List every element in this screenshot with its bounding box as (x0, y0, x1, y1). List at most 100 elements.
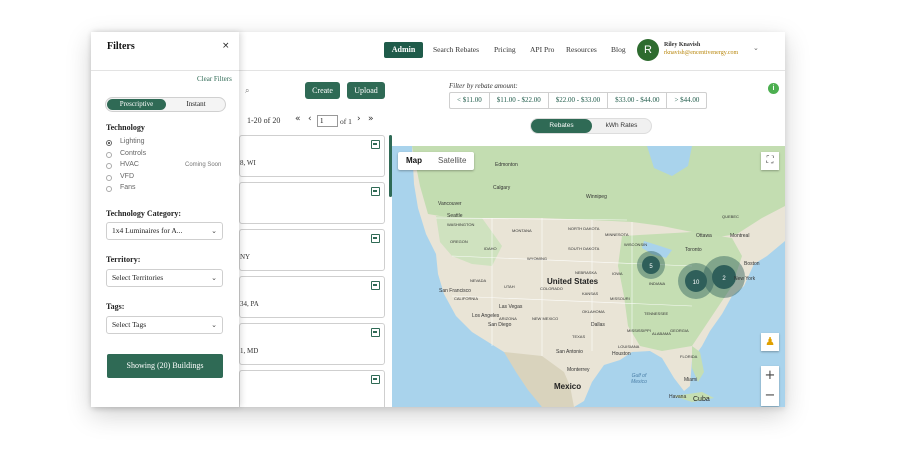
list-item[interactable]: NY (239, 229, 385, 271)
kwh-rates-tab[interactable]: kWh Rates (592, 119, 651, 133)
admin-button[interactable]: Admin (384, 42, 423, 58)
radio-label: HVAC (120, 161, 139, 168)
search-icon[interactable]: ⌕ (245, 86, 249, 96)
price-chip-over-44[interactable]: > $44.00 (667, 93, 706, 108)
price-chip-22-33[interactable]: $22.00 - $33.00 (549, 93, 609, 108)
user-email: rknavish@encentivenergy.com (664, 50, 739, 56)
map-label-north-dakota: NORTH DAKOTA (568, 226, 600, 231)
map-label-oklahoma: OKLAHOMA (582, 309, 605, 314)
calendar-icon[interactable] (371, 234, 380, 243)
map-label-calgary: Calgary (493, 185, 511, 191)
calendar-icon[interactable] (371, 281, 380, 290)
map-label-boston: Boston (744, 261, 760, 267)
nav-resources[interactable]: Resources (566, 45, 597, 54)
radio-hvac[interactable] (106, 163, 112, 169)
map-label-monterrey: Monterrey (567, 367, 590, 373)
rebates-tab[interactable]: Rebates (531, 119, 592, 133)
create-button[interactable]: Create (305, 82, 340, 99)
map-label-minnesota: MINNESOTA (605, 232, 629, 237)
list-item[interactable]: 34, PA (239, 276, 385, 318)
price-chip-11-22[interactable]: $11.00 - $22.00 (490, 93, 549, 108)
calendar-icon[interactable] (371, 375, 380, 384)
map-label-florida: FLORIDA (680, 354, 698, 359)
map-label-las-vegas: Las Vegas (499, 304, 523, 310)
calendar-icon[interactable] (371, 328, 380, 337)
radio-fans[interactable] (106, 186, 112, 192)
price-chip-33-44[interactable]: $33.00 - $44.00 (608, 93, 668, 108)
list-item[interactable]: 1, MD (239, 323, 385, 365)
select-value: 1x4 Luminaires for A... (112, 226, 183, 235)
result-range: 1-20 of 20 (247, 116, 281, 125)
radio-vfd[interactable] (106, 175, 112, 181)
map-label-new-york: New York (734, 276, 756, 282)
map-label-miami: Miami (684, 377, 698, 383)
radio-label: Controls (120, 150, 147, 157)
info-icon[interactable]: i (768, 83, 779, 94)
map-label-iowa: IOWA (612, 271, 623, 276)
zoom-in-icon[interactable]: + (761, 366, 779, 386)
map-label-texas: TEXAS (572, 334, 586, 339)
map-label-san-antonio: San Antonio (556, 349, 583, 355)
map-label-nebraska: NEBRASKA (575, 270, 597, 275)
map-label-montana: MONTANA (512, 228, 532, 233)
last-page-button[interactable]: » (368, 114, 374, 124)
map-label-missouri: MISSOURI (610, 296, 630, 301)
map-label-dallas: Dallas (591, 322, 605, 328)
map-label-united-states: United States (547, 277, 599, 286)
close-icon[interactable]: × (222, 41, 230, 51)
nav-api-pro[interactable]: API Pro (530, 45, 554, 54)
show-buildings-button[interactable]: Showing (20) Buildings (107, 354, 223, 378)
map-label-edmonton: Edmonton (495, 162, 518, 168)
clear-filters-link[interactable]: Clear Filters (197, 75, 232, 83)
calendar-icon[interactable] (371, 187, 380, 196)
chevron-down-icon: ⌄ (211, 274, 217, 282)
avatar[interactable]: R (637, 39, 659, 61)
map-label-seattle: Seattle (447, 213, 463, 219)
prescriptive-tab[interactable]: Prescriptive (107, 99, 166, 110)
tab-satellite[interactable]: Satellite (430, 152, 474, 170)
first-page-button[interactable]: « (295, 114, 301, 124)
technology-category-heading: Technology Category: (106, 209, 182, 218)
list-item[interactable]: 8, WI (239, 135, 385, 177)
select-value: Select Territories (112, 273, 164, 282)
zoom-control: + − (761, 366, 779, 406)
nav-pricing[interactable]: Pricing (494, 45, 516, 54)
prev-page-button[interactable]: ‹ (308, 114, 312, 124)
rate-toggle: Rebates kWh Rates (530, 118, 652, 134)
map-label-arizona: ARIZONA (499, 316, 517, 321)
map-label-havana: Havana (669, 394, 687, 400)
instant-tab[interactable]: Instant (167, 99, 225, 110)
rebate-mode-toggle: Prescriptive Instant (105, 97, 226, 112)
tab-map[interactable]: Map (398, 152, 430, 170)
user-name: Riley Knavish (664, 42, 701, 48)
radio-lighting[interactable] (106, 140, 112, 146)
street-view-icon[interactable]: ♟ (761, 333, 779, 351)
technology-category-select[interactable]: 1x4 Luminaires for A... ⌄ (106, 222, 223, 240)
building-list: 8, WI NY 34, PA 1, MD (239, 135, 385, 407)
chevron-down-icon[interactable]: ⌄ (753, 44, 759, 52)
nav-blog[interactable]: Blog (611, 45, 626, 54)
map-label-toronto: Toronto (685, 247, 702, 253)
list-item[interactable] (239, 182, 385, 224)
territory-select[interactable]: Select Territories ⌄ (106, 269, 223, 287)
map-label-kansas: KANSAS (582, 291, 599, 296)
map-view[interactable]: 5 10 2 Edmonton Calgary Winnipeg Vancouv… (392, 146, 785, 407)
fullscreen-icon[interactable]: ⛶ (761, 152, 779, 170)
upload-button[interactable]: Upload (347, 82, 385, 99)
page-input[interactable] (317, 115, 338, 127)
nav-search-rebates[interactable]: Search Rebates (433, 45, 479, 54)
map-label-montreal: Montreal (730, 233, 750, 239)
map-label-georgia: GEORGIA (670, 328, 689, 333)
calendar-icon[interactable] (371, 140, 380, 149)
territory-heading: Territory: (106, 255, 141, 264)
tags-select[interactable]: Select Tags ⌄ (106, 316, 223, 334)
radio-controls[interactable] (106, 152, 112, 158)
zoom-out-icon[interactable]: − (761, 386, 779, 406)
list-item-address: 1, MD (240, 347, 259, 355)
list-item-address: 8, WI (240, 159, 256, 167)
map-label-indiana: INDIANA (649, 281, 666, 286)
list-item[interactable] (239, 370, 385, 407)
price-chip-under-11[interactable]: < $11.00 (450, 93, 490, 108)
map-label-idaho: IDAHO (484, 246, 497, 251)
next-page-button[interactable]: › (357, 114, 361, 124)
